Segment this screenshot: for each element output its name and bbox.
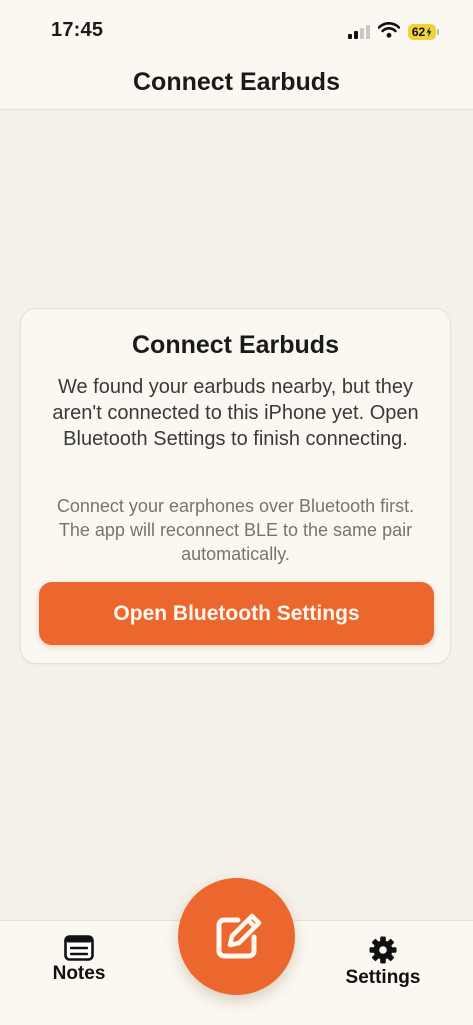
- card-description: We found your earbuds nearby, but they a…: [52, 376, 419, 450]
- connect-earbuds-card: Connect Earbuds We found your earbuds ne…: [20, 308, 451, 664]
- compose-icon: [208, 908, 266, 966]
- top-bar: 17:45 62 Connect Earbuds: [0, 0, 473, 110]
- card-note: Connect your earphones over Bluetooth fi…: [56, 496, 415, 564]
- notes-icon: [64, 935, 94, 961]
- compose-button[interactable]: [178, 878, 295, 995]
- tab-settings[interactable]: Settings: [337, 935, 429, 989]
- page-title: Connect Earbuds: [133, 68, 340, 96]
- battery-icon: 62: [408, 24, 439, 40]
- gear-icon: [368, 935, 398, 965]
- battery-level: 62: [411, 25, 426, 39]
- tab-notes[interactable]: Notes: [44, 935, 114, 985]
- status-time: 17:45: [51, 19, 104, 41]
- tab-notes-label: Notes: [52, 963, 106, 984]
- charging-bolt-icon: [426, 27, 432, 37]
- status-icons: 62: [348, 21, 439, 43]
- open-bluetooth-settings-button[interactable]: Open Bluetooth Settings: [39, 582, 434, 645]
- cellular-signal-icon: [348, 25, 370, 39]
- tab-settings-label: Settings: [345, 967, 421, 988]
- card-title: Connect Earbuds: [132, 331, 339, 359]
- wifi-icon: [377, 21, 401, 43]
